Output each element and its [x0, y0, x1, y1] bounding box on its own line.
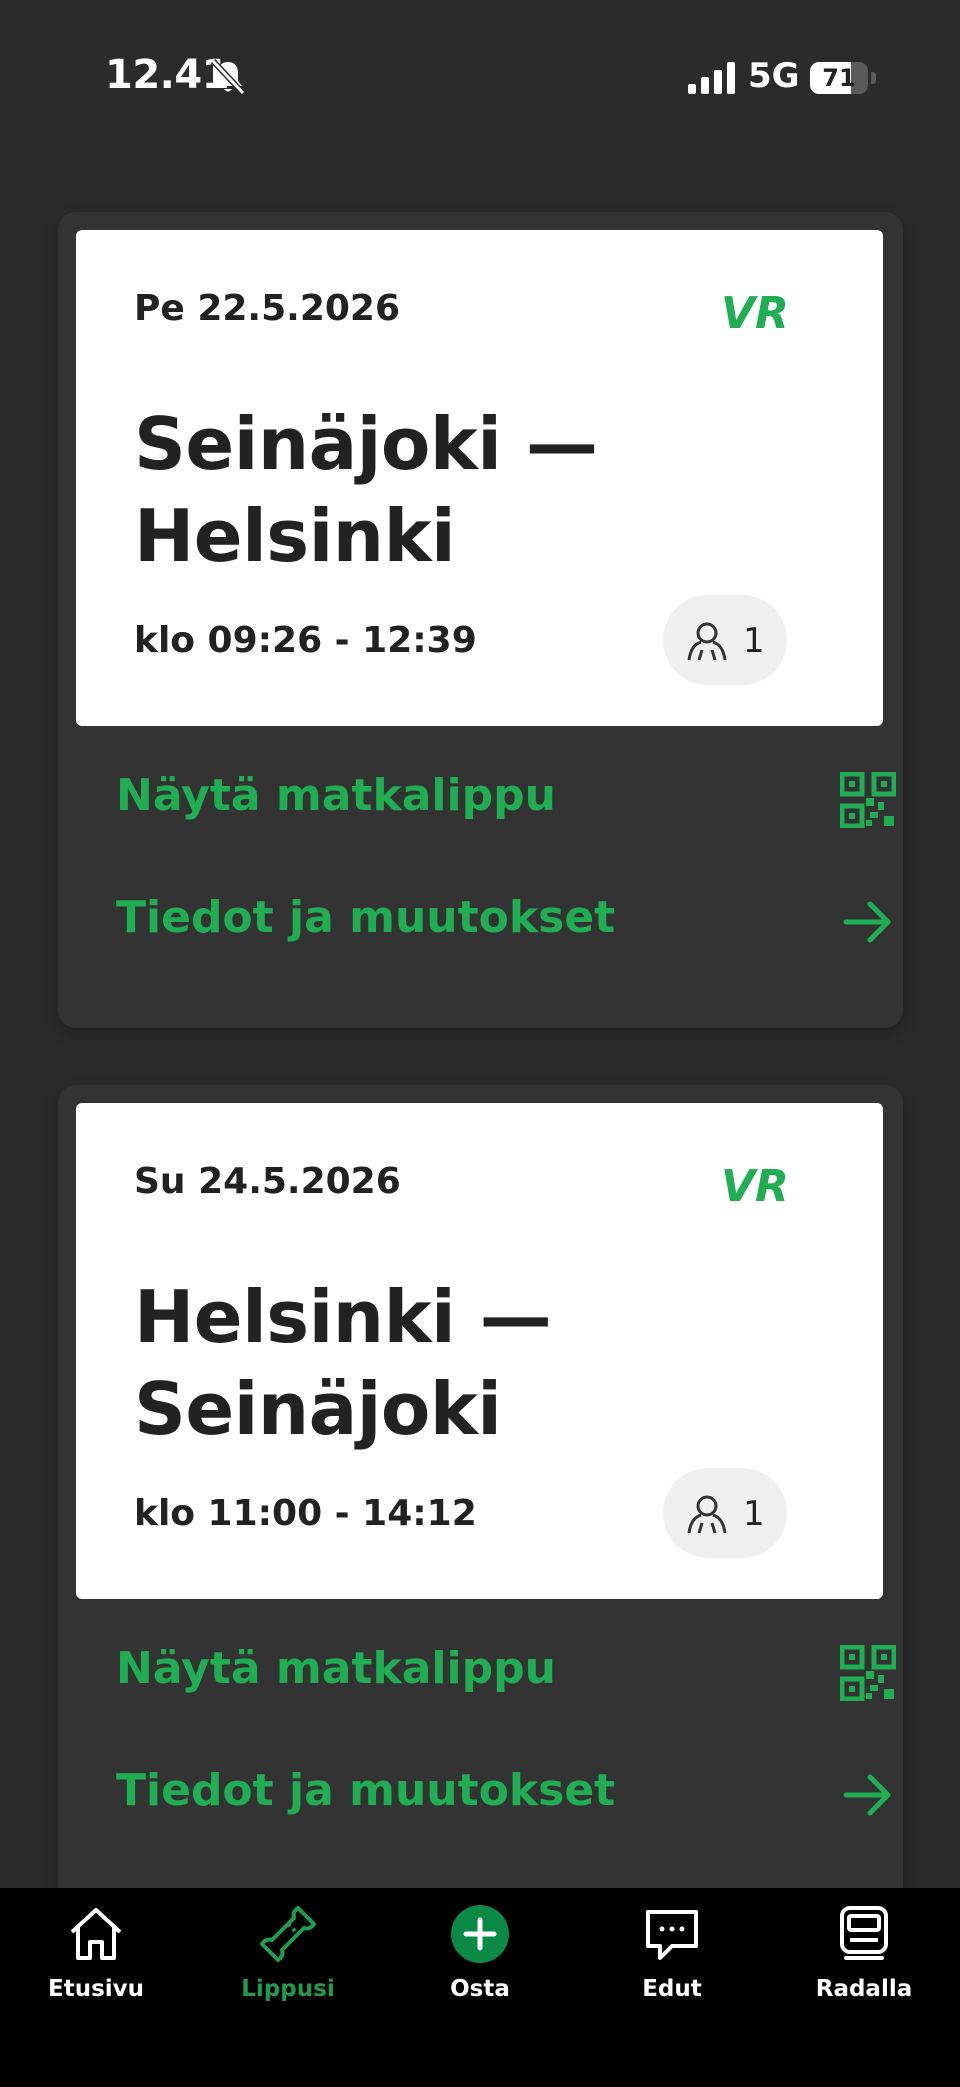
train-icon — [840, 1906, 888, 1960]
passenger-count-badge: 1 — [663, 595, 787, 685]
signal-icon — [688, 62, 735, 94]
details-button[interactable]: Tiedot ja muutokset — [116, 1747, 896, 1837]
ticket-route: Seinäjoki — Helsinki — [134, 402, 598, 578]
tab-osta[interactable]: Osta — [384, 1888, 576, 2018]
ticket-times: klo 09:26 - 12:39 — [134, 620, 477, 661]
ticket-route: Helsinki — Seinäjoki — [134, 1275, 552, 1451]
tab-lippusi[interactable]: Lippusi — [192, 1888, 384, 2018]
arrow-right-icon — [843, 901, 891, 943]
ticket-times: klo 11:00 - 14:12 — [134, 1493, 477, 1534]
tab-bar: Etusivu Lippusi Osta Edut Radalla — [0, 1888, 960, 2087]
ticket-icon — [260, 1906, 316, 1962]
passenger-count-badge: 1 — [663, 1468, 787, 1558]
ticket-date: Pe 22.5.2026 — [134, 288, 401, 329]
plus-circle-icon — [451, 1905, 509, 1963]
svg-text:VR: VR — [721, 1161, 789, 1205]
tab-radalla[interactable]: Radalla — [768, 1888, 960, 2018]
bell-muted-icon — [210, 58, 246, 96]
person-icon — [687, 1495, 727, 1534]
vr-logo: VR — [721, 1161, 789, 1205]
ticket-card: Pe 22.5.2026 VR Seinäjoki — Helsinki klo… — [58, 212, 903, 1028]
show-ticket-button[interactable]: Näytä matkalippu — [116, 752, 896, 842]
qr-code-icon — [840, 772, 896, 828]
ticket-summary[interactable]: Su 24.5.2026 VR Helsinki — Seinäjoki klo… — [76, 1103, 883, 1599]
details-button[interactable]: Tiedot ja muutokset — [116, 874, 896, 964]
ticket-summary[interactable]: Pe 22.5.2026 VR Seinäjoki — Helsinki klo… — [76, 230, 883, 726]
ticket-card: Su 24.5.2026 VR Helsinki — Seinäjoki klo… — [58, 1085, 903, 1925]
svg-text:VR: VR — [721, 288, 789, 332]
chat-bubble-icon — [646, 1910, 698, 1960]
battery-indicator: 71 — [810, 62, 876, 94]
tab-edut[interactable]: Edut — [576, 1888, 768, 2018]
status-bar: 12.41 5G 71 — [0, 0, 960, 160]
show-ticket-button[interactable]: Näytä matkalippu — [116, 1625, 896, 1715]
qr-code-icon — [840, 1645, 896, 1701]
person-icon — [687, 622, 727, 661]
vr-logo: VR — [721, 288, 789, 332]
network-type: 5G — [748, 56, 800, 96]
arrow-right-icon — [843, 1774, 891, 1816]
home-icon — [70, 1908, 122, 1960]
ticket-date: Su 24.5.2026 — [134, 1161, 401, 1202]
tab-etusivu[interactable]: Etusivu — [0, 1888, 192, 2018]
